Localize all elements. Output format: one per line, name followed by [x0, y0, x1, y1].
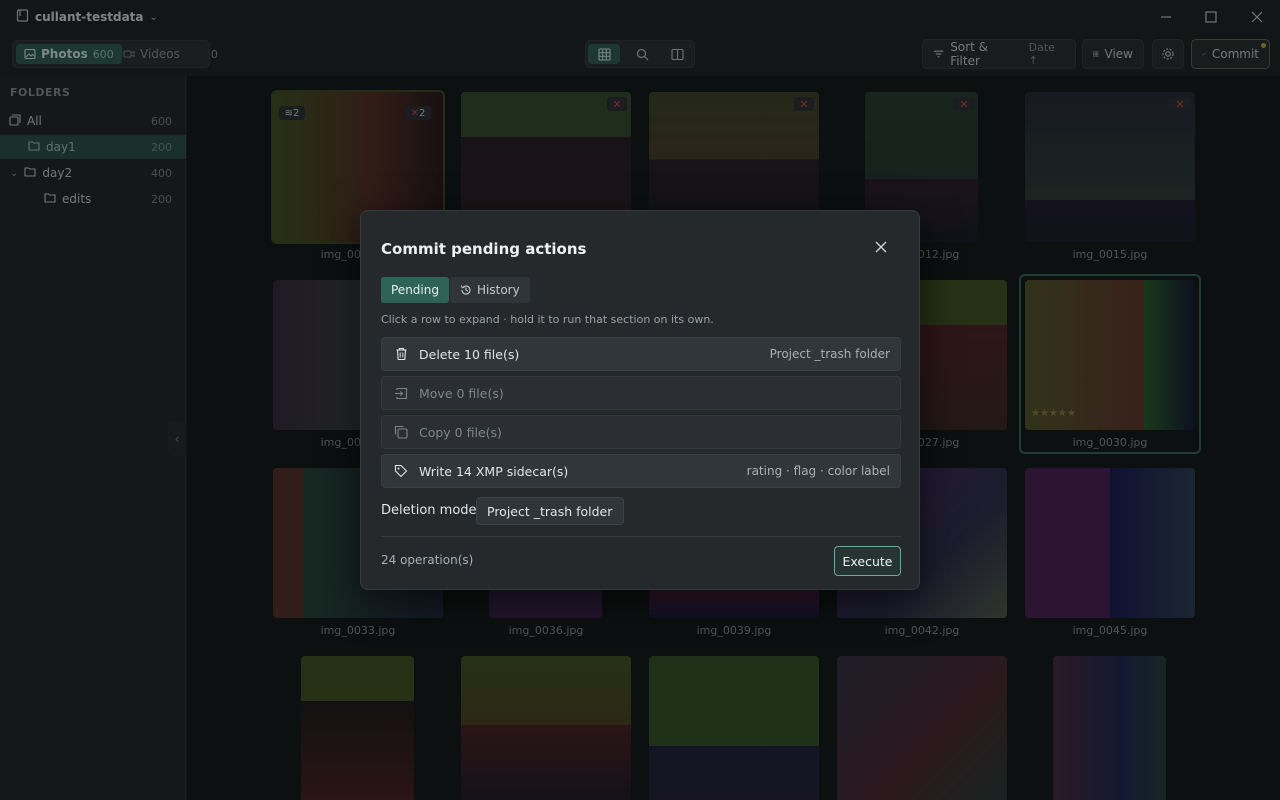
deletion-mode-label: Deletion mode — [381, 503, 477, 518]
move-files-row[interactable]: Move 0 file(s) — [381, 376, 901, 410]
row-detail: rating · flag · color label — [746, 464, 890, 478]
tag-icon — [392, 464, 410, 478]
tab-history[interactable]: History — [450, 277, 530, 303]
tab-pending[interactable]: Pending — [381, 277, 449, 303]
row-label: Delete 10 file(s) — [419, 346, 520, 362]
move-icon — [392, 387, 410, 400]
write-xmp-row[interactable]: Write 14 XMP sidecar(s) rating · flag · … — [381, 454, 901, 488]
dialog-title: Commit pending actions — [381, 240, 587, 258]
divider — [381, 536, 901, 537]
copy-icon — [392, 425, 410, 439]
deletion-mode-value: Project _trash folder — [487, 503, 613, 519]
deletion-mode-select[interactable]: Project _trash folder ⌄ — [476, 497, 624, 525]
tab-pending-label: Pending — [391, 283, 439, 297]
row-label: Move 0 file(s) — [419, 385, 504, 401]
close-dialog-button[interactable] — [871, 237, 891, 257]
chevron-down-icon: ⌄ — [605, 503, 614, 514]
row-label: Write 14 XMP sidecar(s) — [419, 463, 569, 479]
operations-count: 24 operation(s) — [381, 553, 474, 567]
history-icon — [461, 285, 471, 295]
close-icon — [875, 241, 887, 253]
row-detail: Project _trash folder — [769, 347, 890, 361]
commit-dialog: Commit pending actions Pending History C… — [360, 210, 920, 590]
tab-history-label: History — [477, 283, 520, 297]
copy-files-row[interactable]: Copy 0 file(s) — [381, 415, 901, 449]
dialog-hint: Click a row to expand · hold it to run t… — [381, 313, 714, 326]
trash-icon — [392, 347, 410, 361]
row-label: Copy 0 file(s) — [419, 424, 502, 440]
delete-files-row[interactable]: Delete 10 file(s) Project _trash folder — [381, 337, 901, 371]
execute-button[interactable]: Execute — [834, 546, 901, 576]
